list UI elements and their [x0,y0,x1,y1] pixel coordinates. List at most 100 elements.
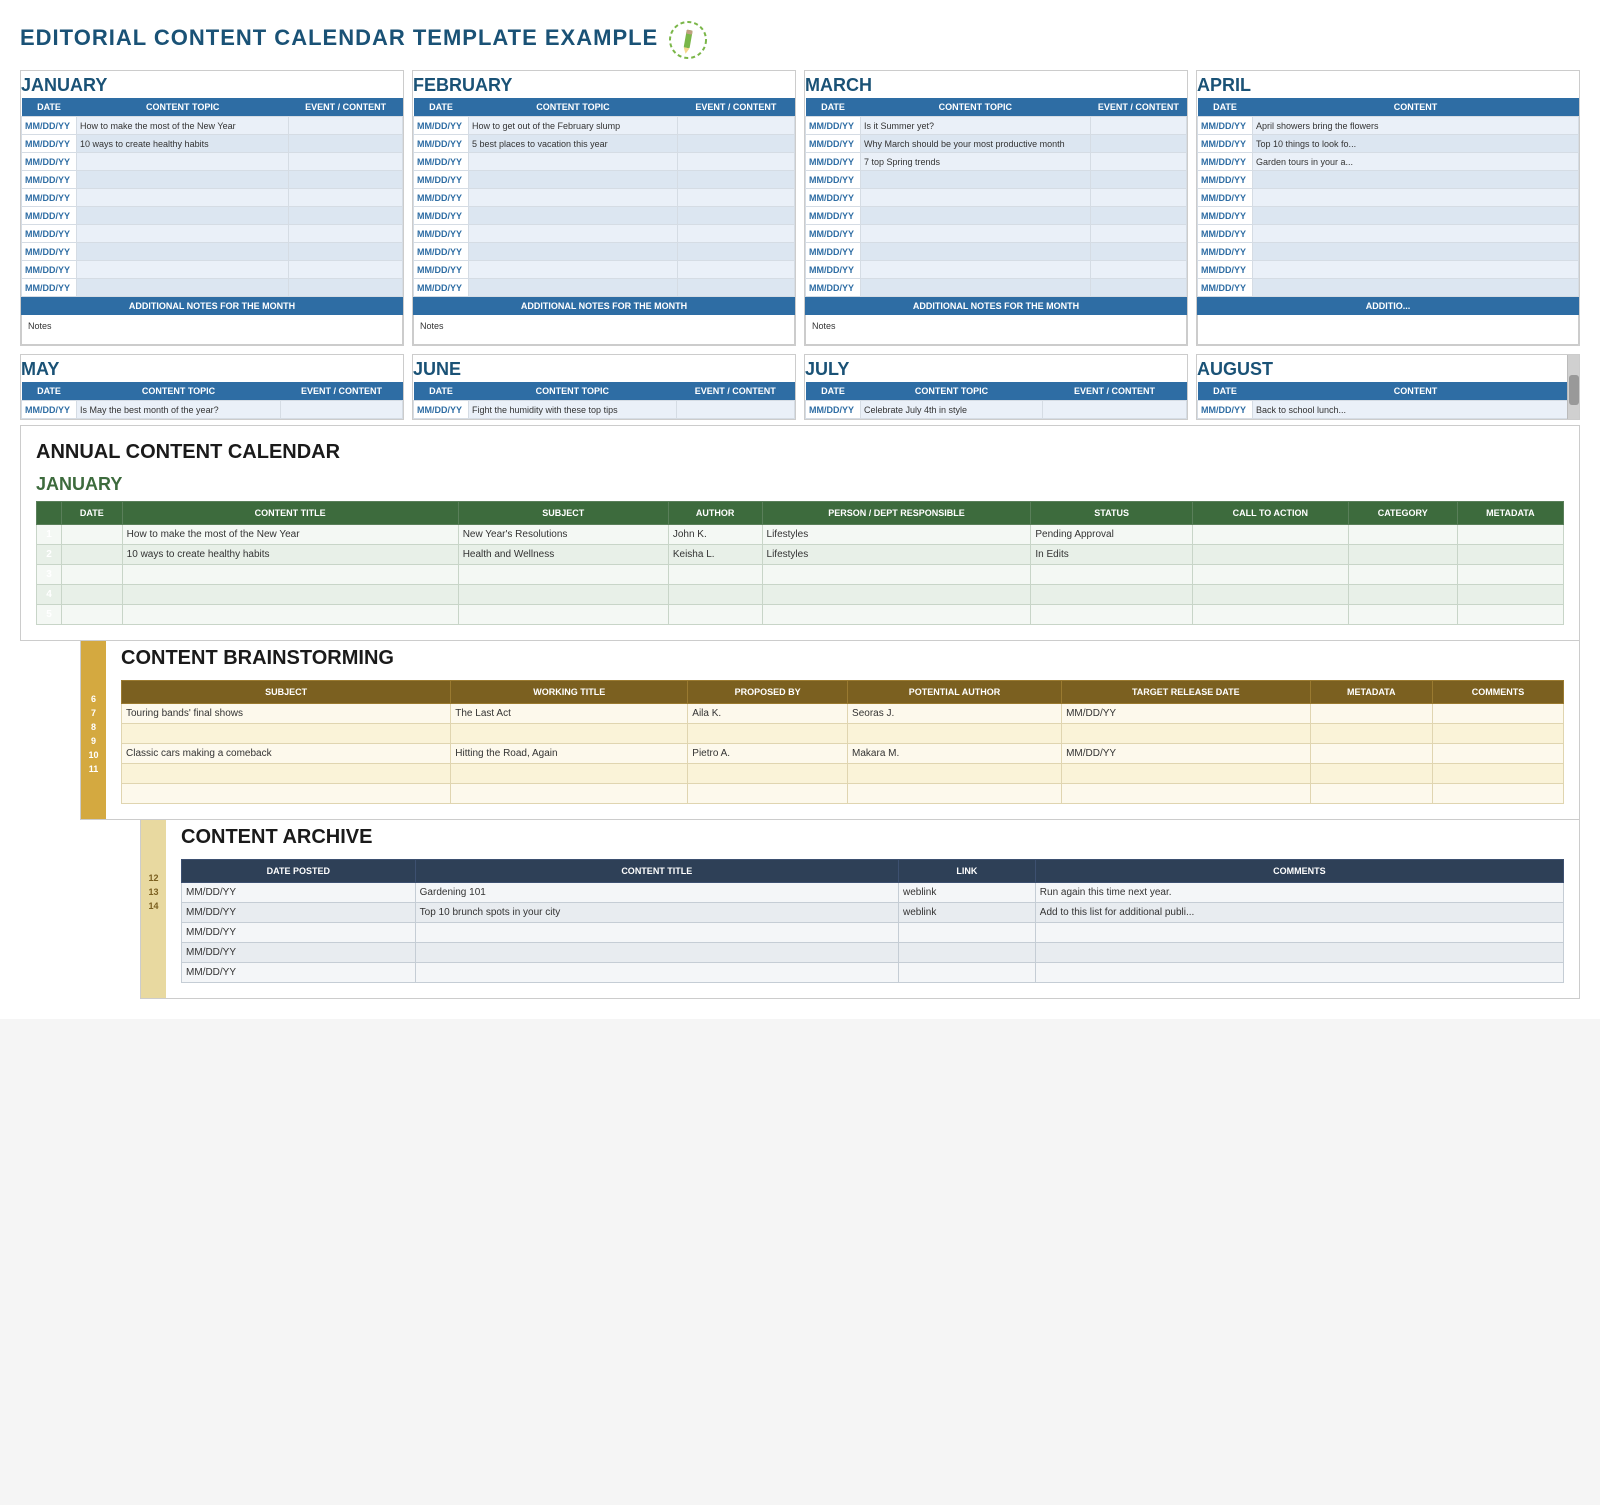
table-row: MM/DD/YY [22,189,403,207]
table-row: MM/DD/YY7 top Spring trends [806,153,1187,171]
table-row: MM/DD/YY [22,153,403,171]
table-row: MM/DD/YY [1198,189,1579,207]
jul-header-topic: CONTENT TOPIC [861,382,1043,401]
jan-notes-area: Notes [21,315,403,345]
table-row: MM/DD/YYGarden tours in your a... [1198,153,1579,171]
apr-header-content: CONTENT [1253,98,1579,117]
bst-header-proposed: PROPOSED BY [688,681,848,704]
jan-notes-bar: ADDITIONAL NOTES FOR THE MONTH [21,297,403,315]
archive-title: CONTENT ARCHIVE [181,826,1564,849]
table-row: MM/DD/YY [22,207,403,225]
table-row: MM/DD/YY [414,171,795,189]
archive-section: 12 13 14 CONTENT ARCHIVE DATE POSTED CON… [140,810,1580,999]
january-table: DATE CONTENT TOPIC EVENT / CONTENT MM/DD… [21,98,403,297]
feb-header-topic: CONTENT TOPIC [469,98,678,117]
scrollbar[interactable] [1567,355,1579,419]
bst-header-subject: SUBJECT [122,681,451,704]
mar-header-date: DATE [806,98,861,117]
march-table: DATE CONTENT TOPIC EVENT / CONTENT MM/DD… [805,98,1187,297]
mar-header-topic: CONTENT TOPIC [861,98,1091,117]
bst-header-comments: COMMENTS [1432,681,1563,704]
table-row: MM/DD/YY [22,279,403,297]
feb-notes-area: Notes [413,315,795,345]
archive-content: CONTENT ARCHIVE DATE POSTED CONTENT TITL… [181,826,1564,983]
archive-row-nums-bg: 12 13 14 [141,811,166,998]
table-row: MM/DD/YY [1198,279,1579,297]
april-table: DATE CONTENT MM/DD/YYApril showers bring… [1197,98,1579,297]
annual-month-label: JANUARY [36,474,1564,495]
table-row: MM/DD/YY [806,225,1187,243]
table-row: MM/DD/YY [1198,207,1579,225]
june-table: DATE CONTENT TOPIC EVENT / CONTENT MM/DD… [413,382,795,419]
table-row: MM/DD/YY [806,261,1187,279]
table-row: MM/DD/YY [414,261,795,279]
table-row: MM/DD/YY [22,225,403,243]
brainstorm-row-nums-bg: 6 7 8 9 10 11 [81,632,106,819]
table-row: MM/DD/YY [806,171,1187,189]
table-row: MM/DD/YYApril showers bring the flowers [1198,117,1579,135]
table-row: MM/DD/YY [22,243,403,261]
table-row: MM/DD/YY [806,243,1187,261]
page-wrapper: EDITORIAL CONTENT CALENDAR TEMPLATE EXAM… [0,0,1600,1019]
table-row: MM/DD/YY [1198,261,1579,279]
june-label: JUNE [413,355,795,382]
month-july: JULY DATE CONTENT TOPIC EVENT / CONTENT … [804,354,1188,420]
jul-header-event: EVENT / CONTENT [1043,382,1187,401]
table-row: Classic cars making a comeback Hitting t… [122,744,1564,764]
table-row: MM/DD/YY [1198,171,1579,189]
table-row: MM/DD/YYFight the humidity with these to… [414,401,795,419]
mar-header-event: EVENT / CONTENT [1090,98,1186,117]
table-row: MM/DD/YY [806,279,1187,297]
page-title: EDITORIAL CONTENT CALENDAR TEMPLATE EXAM… [20,25,658,51]
apr-header-date: DATE [1198,98,1253,117]
table-row: MM/DD/YY5 best places to vacation this y… [414,135,795,153]
table-row: MM/DD/YYCelebrate July 4th in style [806,401,1187,419]
table-row: MM/DD/YY [414,189,795,207]
july-label: JULY [805,355,1187,382]
month-march: MARCH DATE CONTENT TOPIC EVENT / CONTENT… [804,70,1188,346]
table-row: MM/DD/YY [182,963,1564,983]
table-row: MM/DD/YY [22,261,403,279]
table-row: MM/DD/YYIs it Summer yet? [806,117,1187,135]
table-row: MM/DD/YYBack to school lunch... [1198,401,1579,419]
may-label: MAY [21,355,403,382]
table-row: MM/DD/YYTop 10 things to look fo... [1198,135,1579,153]
table-row: 1 How to make the most of the New Year N… [37,525,1564,545]
may-header-topic: CONTENT TOPIC [77,382,281,401]
table-row: Touring bands' final shows The Last Act … [122,704,1564,724]
table-row: MM/DD/YY10 ways to create healthy habits [22,135,403,153]
month-april: APRIL DATE CONTENT MM/DD/YYApril showers… [1196,70,1580,346]
table-row: MM/DD/YYHow to get out of the February s… [414,117,795,135]
may-table: DATE CONTENT TOPIC EVENT / CONTENT MM/DD… [21,382,403,419]
table-row: MM/DD/YY [1198,225,1579,243]
january-label: JANUARY [21,71,403,98]
table-row: MM/DD/YY [806,207,1187,225]
arch-header-date: DATE POSTED [182,860,416,883]
month-january: JANUARY DATE CONTENT TOPIC EVENT / CONTE… [20,70,404,346]
arch-header-comments: COMMENTS [1035,860,1563,883]
brainstorm-title: CONTENT BRAINSTORMING [121,647,1564,670]
jan-header-topic: CONTENT TOPIC [77,98,289,117]
annual-header-title: CONTENT TITLE [122,502,458,525]
jun-header-topic: CONTENT TOPIC [469,382,677,401]
annual-header-num [37,502,62,525]
apr-notes-area [1197,315,1579,345]
bst-header-metadata: METADATA [1310,681,1432,704]
april-label: APRIL [1197,71,1579,98]
table-row: MM/DD/YY [22,171,403,189]
may-header-date: DATE [22,382,77,401]
monthly-row-2: MAY DATE CONTENT TOPIC EVENT / CONTENT M… [20,354,1580,420]
archive-table: DATE POSTED CONTENT TITLE LINK COMMENTS … [181,859,1564,983]
month-june: JUNE DATE CONTENT TOPIC EVENT / CONTENT … [412,354,796,420]
annual-header-status: STATUS [1031,502,1192,525]
aug-header-content: CONTENT [1253,382,1579,401]
table-row: 3 [37,565,1564,585]
month-may: MAY DATE CONTENT TOPIC EVENT / CONTENT M… [20,354,404,420]
table-row: MM/DD/YY Top 10 brunch spots in your cit… [182,903,1564,923]
feb-header-event: EVENT / CONTENT [677,98,794,117]
table-row: 5 [37,605,1564,625]
march-label: MARCH [805,71,1187,98]
july-table: DATE CONTENT TOPIC EVENT / CONTENT MM/DD… [805,382,1187,419]
arch-header-link: LINK [898,860,1035,883]
bst-header-title: WORKING TITLE [451,681,688,704]
